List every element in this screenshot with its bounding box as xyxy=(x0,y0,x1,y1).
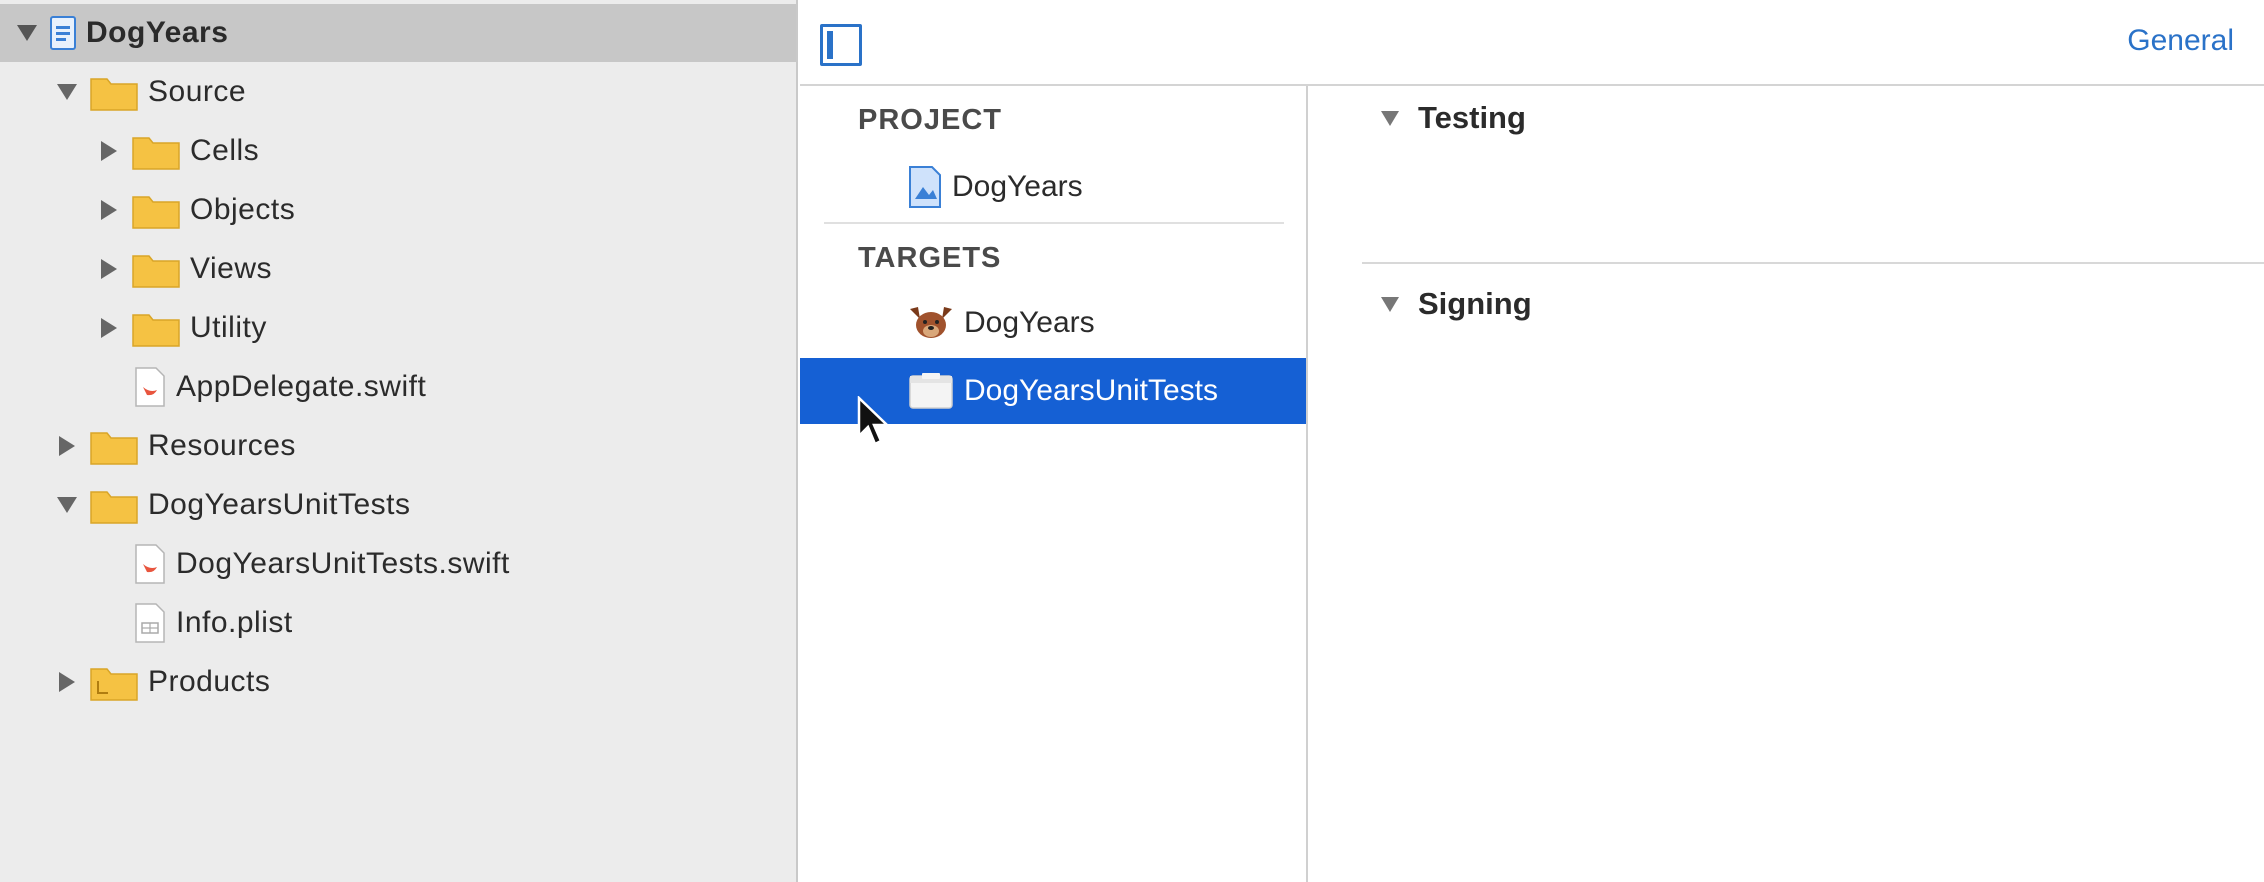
disclosure-collapsed-icon[interactable] xyxy=(56,671,78,693)
disclosure-expanded-icon[interactable] xyxy=(56,81,78,103)
section-divider xyxy=(824,222,1284,224)
section-signing-label: Signing xyxy=(1418,286,1532,321)
section-testing-label: Testing xyxy=(1418,100,1526,135)
project-targets-list: PROJECT DogYears TARGETS DogYears DogYea… xyxy=(800,86,1308,882)
section-divider xyxy=(1362,262,2264,264)
nav-label: AppDelegate.swift xyxy=(176,370,427,403)
folder-icon xyxy=(90,486,138,524)
plist-file-icon xyxy=(134,603,166,643)
nav-row-products-folder[interactable]: Products xyxy=(0,653,796,711)
nav-label: Source xyxy=(148,75,247,108)
folder-icon xyxy=(90,73,138,111)
disclosure-expanded-icon[interactable] xyxy=(16,22,38,44)
nav-label: DogYearsUnitTests xyxy=(148,488,411,521)
nav-label: Utility xyxy=(190,311,267,344)
mouse-cursor-icon xyxy=(856,395,896,448)
section-testing[interactable]: Testing xyxy=(1380,88,1526,148)
test-bundle-icon xyxy=(908,372,954,410)
project-section-header: PROJECT xyxy=(858,104,1002,136)
target-item-label: DogYearsUnitTests xyxy=(964,374,1219,407)
nav-label: Info.plist xyxy=(176,606,293,639)
disclosure-expanded-icon[interactable] xyxy=(56,494,78,516)
section-signing[interactable]: Signing xyxy=(1380,274,1532,334)
dog-app-icon xyxy=(908,305,954,341)
folder-icon xyxy=(90,427,138,465)
nav-label: Products xyxy=(148,665,271,698)
nav-row-views-folder[interactable]: Views xyxy=(0,240,796,298)
disclosure-collapsed-icon[interactable] xyxy=(98,140,120,162)
nav-label: Objects xyxy=(190,193,296,226)
project-item-dogyears[interactable]: DogYears xyxy=(800,154,1306,220)
nav-row-appdelegate-file[interactable]: AppDelegate.swift xyxy=(0,358,796,416)
targets-section-header: TARGETS xyxy=(858,242,1002,274)
target-item-label: DogYears xyxy=(964,306,1095,339)
disclosure-expanded-icon[interactable] xyxy=(1380,295,1400,313)
nav-row-cells-folder[interactable]: Cells xyxy=(0,122,796,180)
nav-label: DogYears xyxy=(86,16,229,49)
sidebar-toggle-icon[interactable] xyxy=(820,24,862,66)
disclosure-collapsed-icon[interactable] xyxy=(56,435,78,457)
nav-label: Views xyxy=(190,252,272,285)
project-file-icon xyxy=(50,16,76,50)
nav-row-objects-folder[interactable]: Objects xyxy=(0,181,796,239)
nav-row-source-folder[interactable]: Source xyxy=(0,63,796,121)
target-item-dogyears[interactable]: DogYears xyxy=(800,290,1306,356)
project-editor: General PROJECT DogYears TARGETS DogYear… xyxy=(800,0,2264,882)
nav-label: Resources xyxy=(148,429,296,462)
nav-label: DogYearsUnitTests.swift xyxy=(176,547,510,580)
tab-general[interactable]: General xyxy=(2127,24,2234,58)
editor-toolbar: General xyxy=(800,0,2264,86)
folder-icon xyxy=(132,132,180,170)
nav-row-resources-folder[interactable]: Resources xyxy=(0,417,796,475)
nav-row-info-plist-file[interactable]: Info.plist xyxy=(0,594,796,652)
nav-label: Cells xyxy=(190,134,260,167)
folder-icon xyxy=(90,663,138,701)
nav-row-utility-folder[interactable]: Utility xyxy=(0,299,796,357)
project-item-label: DogYears xyxy=(952,170,1083,203)
disclosure-collapsed-icon[interactable] xyxy=(98,258,120,280)
disclosure-expanded-icon[interactable] xyxy=(1380,109,1400,127)
folder-icon xyxy=(132,309,180,347)
disclosure-collapsed-icon[interactable] xyxy=(98,199,120,221)
swift-file-icon xyxy=(134,544,166,584)
nav-row-unittests-folder[interactable]: DogYearsUnitTests xyxy=(0,476,796,534)
folder-icon xyxy=(132,250,180,288)
folder-icon xyxy=(132,191,180,229)
project-icon xyxy=(908,166,942,208)
swift-file-icon xyxy=(134,367,166,407)
disclosure-collapsed-icon[interactable] xyxy=(98,317,120,339)
nav-row-unittests-swift-file[interactable]: DogYearsUnitTests.swift xyxy=(0,535,796,593)
project-navigator: DogYears Source Cells Objects Views Util… xyxy=(0,0,798,882)
nav-row-dogyears-project[interactable]: DogYears xyxy=(0,4,796,62)
build-settings-pane: Testing Signing xyxy=(1308,86,2264,882)
